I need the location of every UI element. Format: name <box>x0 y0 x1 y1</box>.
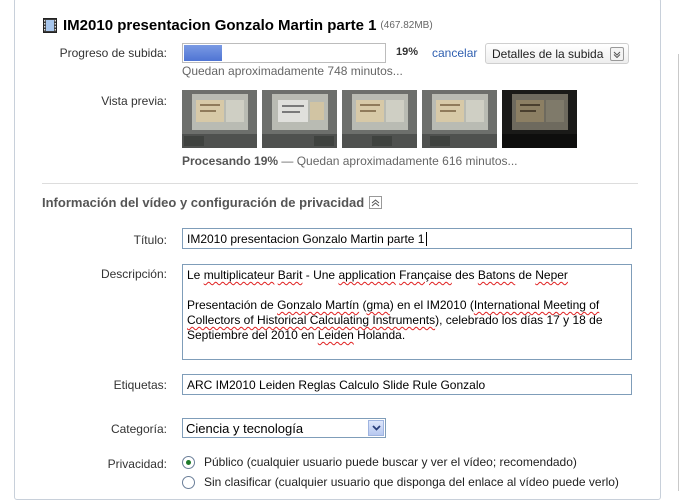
tags-input-value: ARC IM2010 Leiden Reglas Calculo Slide R… <box>187 378 486 392</box>
privacy-option-public[interactable]: Público (cualquier usuario puede buscar … <box>182 455 577 469</box>
description-text: Gonzalo Martín <box>277 298 360 312</box>
thumbnail-5[interactable] <box>502 90 577 148</box>
description-label: Descripción: <box>100 267 167 281</box>
thumbnail-1[interactable] <box>182 90 257 148</box>
description-paragraph-2: Presentación de Gonzalo Martín (gma) en … <box>187 298 627 343</box>
thumbnail-4[interactable] <box>422 90 497 148</box>
description-text: Neper <box>535 268 568 282</box>
privacy-label: Privacidad: <box>107 457 167 471</box>
category-selected-value: Ciencia y tecnología <box>186 420 304 436</box>
description-text: de <box>515 268 536 282</box>
thumbnail-2[interactable] <box>262 90 337 148</box>
description-text: Presentación de <box>187 298 278 312</box>
cancel-link[interactable]: cancelar <box>432 46 477 60</box>
text-cursor: ​ <box>426 232 428 246</box>
upload-progress-bar <box>182 43 386 63</box>
video-info-section-header[interactable]: Información del vídeo y configuración de… <box>42 195 383 210</box>
description-text: Barit <box>277 268 303 282</box>
description-text: Leiden <box>317 328 354 342</box>
collapse-icon[interactable] <box>369 196 383 209</box>
video-title: IM2010 presentacion Gonzalo Martin parte… <box>63 16 377 34</box>
title-input-value: IM2010 presentacion Gonzalo Martin parte… <box>187 232 425 246</box>
description-textarea[interactable]: Le multiplicateur Barit - Une applicatio… <box>182 264 632 360</box>
description-text: Française <box>399 268 452 282</box>
description-text: gma <box>366 298 390 312</box>
upload-remaining-time: Quedan aproximadamente 748 minutos... <box>182 64 403 78</box>
radio-button[interactable] <box>182 475 195 489</box>
privacy-option-unlisted[interactable]: Sin clasificar (cualquier usuario que di… <box>182 475 619 489</box>
description-text: Holanda. <box>353 328 406 342</box>
processing-status: Procesando 19% — Quedan aproximadamente … <box>182 154 518 168</box>
section-divider <box>42 183 638 184</box>
upload-details-button[interactable]: Detalles de la subida <box>485 43 629 64</box>
video-file-icon <box>43 17 57 33</box>
processing-percent: Procesando 19% <box>182 154 279 168</box>
description-text: multiplicateur <box>203 268 275 282</box>
privacy-option-label: Sin clasificar (cualquier usuario que di… <box>204 475 619 489</box>
tags-input[interactable]: ARC IM2010 Leiden Reglas Calculo Slide R… <box>182 374 632 395</box>
tags-label: Etiquetas: <box>113 378 167 392</box>
description-text: - Une <box>302 268 339 282</box>
privacy-option-label: Público (cualquier usuario puede buscar … <box>204 455 577 469</box>
title-input[interactable]: IM2010 presentacion Gonzalo Martin parte… <box>182 228 632 249</box>
dropdown-arrow-icon[interactable] <box>368 420 384 436</box>
section-title: Información del vídeo y configuración de… <box>42 195 365 210</box>
description-line-1: Le multiplicateur Barit - Une applicatio… <box>187 268 627 283</box>
radio-button-selected[interactable] <box>182 455 195 469</box>
description-text: Batons <box>477 268 516 282</box>
radio-selected-dot <box>186 459 191 465</box>
upload-details-label: Detalles de la subida <box>492 46 604 61</box>
category-select[interactable]: Ciencia y tecnología <box>182 418 386 438</box>
preview-label: Vista previa: <box>101 94 167 108</box>
progress-label: Progreso de subida: <box>59 46 167 60</box>
description-text: des <box>451 268 478 282</box>
upload-title-row: IM2010 presentacion Gonzalo Martin parte… <box>43 15 433 35</box>
upload-progress-fill <box>184 45 222 61</box>
scrollbar-edge <box>678 54 679 491</box>
category-label: Categoría: <box>110 422 167 436</box>
thumbnail-3[interactable] <box>342 90 417 148</box>
file-size: (467.82MB) <box>380 19 433 31</box>
description-text: Le <box>187 268 204 282</box>
description-text: ) en el IM2010 ( <box>389 298 474 312</box>
processing-remaining: — Quedan aproximadamente 616 minutos... <box>278 154 518 168</box>
title-field-label: Título: <box>133 233 167 247</box>
chevron-down-icon <box>610 46 624 61</box>
progress-percent: 19% <box>396 46 419 58</box>
description-text: application <box>338 268 396 282</box>
